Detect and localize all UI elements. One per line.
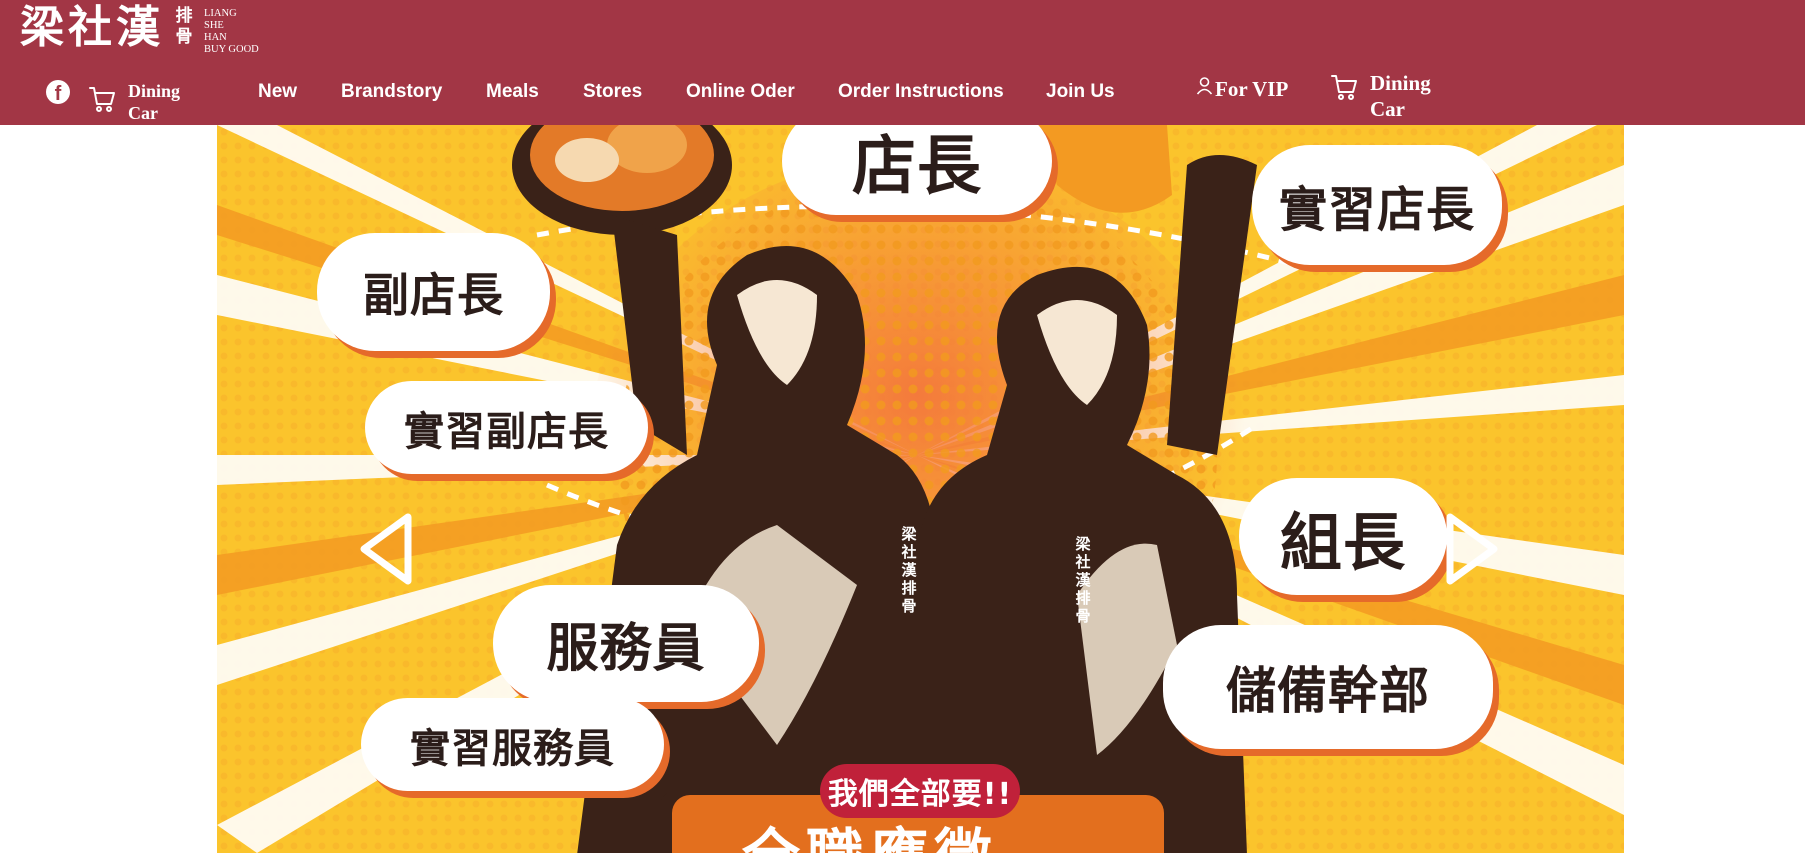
dining-car-link[interactable]: Dining Car: [1370, 70, 1450, 122]
vip-link[interactable]: For VIP: [1196, 76, 1288, 102]
cart-icon[interactable]: [1330, 72, 1358, 102]
bubble-management-trainee: 儲備幹部: [1163, 625, 1493, 749]
brand-logo[interactable]: 梁社漢 排骨 LIANG SHE HAN BUY GOOD: [20, 2, 259, 55]
logo-seal: 排骨: [175, 6, 193, 47]
shirt-logo: 梁社漢排骨: [901, 525, 917, 615]
logo-sub-line: LIANG: [204, 8, 237, 19]
bubble-store-manager: 店長: [782, 125, 1052, 215]
nav-item-stores[interactable]: Stores: [583, 80, 642, 104]
logo-text: 梁社漢: [20, 2, 164, 53]
bubble-intern-assistant-manager: 實習副店長: [365, 381, 648, 474]
bubble-team-leader: 組長: [1239, 478, 1447, 595]
nav-item-brandstory[interactable]: Brandstory: [341, 80, 442, 104]
shirt-logo: 梁社漢排骨: [1075, 535, 1091, 625]
bubble-server: 服務員: [493, 585, 759, 702]
user-icon: [1196, 77, 1213, 95]
vip-label: For VIP: [1215, 77, 1289, 101]
facebook-icon[interactable]: f: [46, 80, 70, 104]
site-header: 梁社漢 排骨 LIANG SHE HAN BUY GOOD f Dining C…: [0, 0, 1805, 125]
logo-sub-line: SHE: [204, 20, 224, 31]
logo-sub-line: HAN: [204, 32, 227, 43]
logo-subtitle: LIANG SHE HAN BUY GOOD: [204, 8, 259, 56]
nav-item-join-us[interactable]: Join Us: [1046, 80, 1115, 104]
nav-item-order-instructions[interactable]: Order Instructions: [838, 80, 1004, 104]
dining-car-link[interactable]: Dining Car: [128, 80, 198, 124]
bubble-intern-server: 實習服務員: [361, 698, 664, 791]
bubble-assistant-manager: 副店長: [317, 233, 550, 351]
bubble-intern-store-manager: 實習店長: [1252, 145, 1502, 265]
nav-item-meals[interactable]: Meals: [486, 80, 539, 104]
cta-title: 全職應徵: [742, 821, 998, 853]
nav-item-online-order[interactable]: Online Oder: [686, 80, 795, 104]
logo-sub-line: BUY GOOD: [204, 44, 259, 55]
hero-carousel[interactable]: 梁社漢排骨 梁社漢排骨 店長 實習店長 副店長 實習副店長 組長 服務員 實習服…: [217, 125, 1624, 853]
cart-icon[interactable]: [88, 84, 116, 114]
nav-item-new[interactable]: New: [258, 80, 297, 104]
cta-tag: 我們全部要!!: [820, 764, 1020, 818]
chevron-right-icon[interactable]: [1442, 511, 1502, 587]
chevron-left-icon[interactable]: [356, 511, 416, 587]
